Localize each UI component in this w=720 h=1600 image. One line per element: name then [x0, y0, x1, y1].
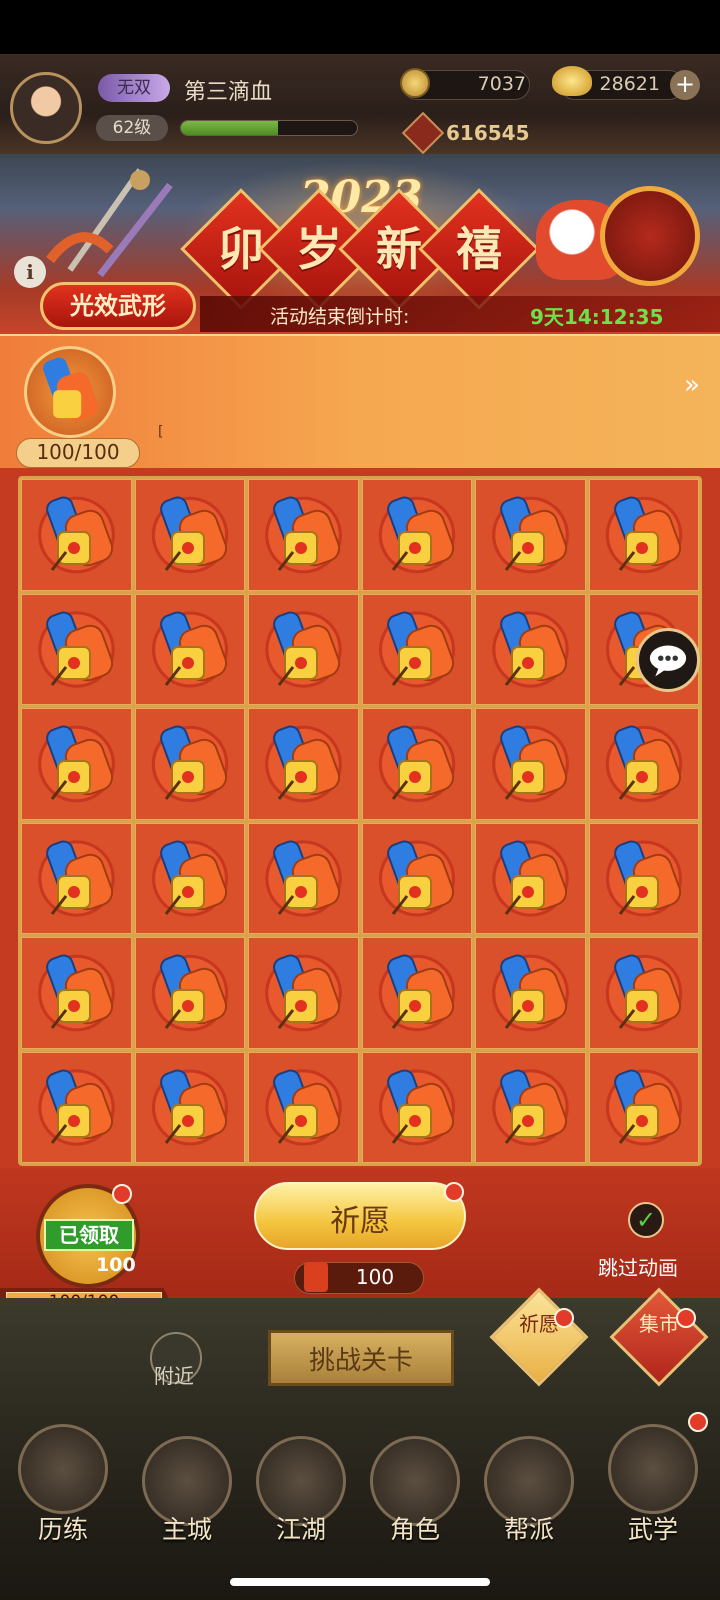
grid-cell[interactable]	[248, 708, 359, 820]
coin-value: 7037	[477, 73, 526, 95]
grid-cell[interactable]	[361, 479, 472, 591]
grid-cell[interactable]	[21, 708, 132, 820]
grid-cell[interactable]	[248, 822, 359, 934]
home-indicator	[230, 1578, 490, 1586]
ingot-value: 28621	[599, 73, 660, 95]
nearby-label: 附近	[154, 1364, 194, 1388]
market-side-dot	[676, 1308, 696, 1328]
level-badge: 62级	[96, 115, 168, 141]
chevron-right-icon[interactable]: »	[684, 370, 700, 400]
title-char-4: 禧	[456, 222, 502, 276]
nav-label-2[interactable]: 主城	[132, 1510, 242, 1546]
grid-cell[interactable]	[361, 1051, 472, 1163]
nav-label-5[interactable]: 帮派	[474, 1510, 584, 1546]
nav-label-6[interactable]: 武学	[598, 1510, 708, 1546]
nav-label-4[interactable]: 角色	[360, 1510, 470, 1546]
grid-cell[interactable]	[361, 937, 472, 1049]
nav-label-1[interactable]: 历练	[8, 1510, 118, 1546]
grid-cell[interactable]	[475, 479, 586, 591]
firecracker-icon[interactable]	[24, 346, 116, 438]
grid-cell[interactable]	[134, 822, 245, 934]
status-bar	[0, 0, 720, 54]
grid-cell[interactable]	[134, 708, 245, 820]
claimed-label: 已领取	[44, 1219, 134, 1251]
grid-cell[interactable]	[475, 937, 586, 1049]
grid-cell[interactable]	[134, 593, 245, 705]
chat-bubble-icon[interactable]	[636, 628, 700, 692]
countdown-label: 活动结束倒计时:	[270, 306, 410, 328]
skip-animation-checkbox[interactable]: ✓	[628, 1202, 664, 1238]
exp-bar	[180, 120, 358, 136]
grid-cell[interactable]	[361, 593, 472, 705]
prize-grid	[18, 476, 702, 1166]
grid-cell[interactable]	[588, 1051, 699, 1163]
grid-cell[interactable]	[588, 937, 699, 1049]
grid-cell[interactable]	[361, 708, 472, 820]
info-icon[interactable]: i	[14, 256, 46, 288]
grid-cell[interactable]	[134, 1051, 245, 1163]
skip-animation-label: 跳过动画	[598, 1256, 678, 1280]
grid-cell[interactable]	[588, 822, 699, 934]
nav-label-3[interactable]: 江湖	[246, 1510, 356, 1546]
effect-label: 光效武形	[70, 291, 166, 320]
firecracker-bundle-icon	[304, 1262, 328, 1292]
grid-cell[interactable]	[21, 937, 132, 1049]
grid-cell[interactable]	[475, 822, 586, 934]
grid-cell[interactable]	[21, 1051, 132, 1163]
claim-notification-dot	[112, 1184, 132, 1204]
challenge-stage-label: 挑战关卡	[308, 1346, 413, 1376]
player-name: 第三滴血	[184, 80, 273, 105]
grid-cell[interactable]	[21, 593, 132, 705]
grid-cell[interactable]	[475, 593, 586, 705]
grid-cell[interactable]	[248, 1051, 359, 1163]
scroll-icon[interactable]	[608, 1424, 698, 1514]
wish-side-label: 祈愿	[519, 1312, 559, 1336]
grid-cell[interactable]	[361, 822, 472, 934]
market-side-label: 集市	[639, 1312, 679, 1336]
grid-cell[interactable]	[21, 479, 132, 591]
grid-cell[interactable]	[21, 822, 132, 934]
martial-notification-dot	[688, 1412, 708, 1432]
wish-side-dot	[554, 1308, 574, 1328]
grid-cell[interactable]	[248, 937, 359, 1049]
strip-count: 100/100	[36, 440, 120, 464]
strip-bracket: [	[158, 424, 164, 440]
combat-power-value: 616545	[446, 121, 530, 145]
grid-cell[interactable]	[134, 937, 245, 1049]
wish-button-label: 祈愿	[330, 1204, 390, 1239]
grid-cell[interactable]	[134, 479, 245, 591]
grid-cell[interactable]	[588, 708, 699, 820]
grid-cell[interactable]	[475, 1051, 586, 1163]
weapons-icon	[46, 168, 173, 278]
grid-cell[interactable]	[248, 593, 359, 705]
exp-bar-fill	[181, 121, 278, 135]
add-currency-button[interactable]: +	[670, 70, 700, 100]
fan-icon	[600, 186, 700, 286]
player-avatar[interactable]	[10, 72, 82, 144]
vip-badge: 无双	[98, 74, 170, 102]
grid-cell[interactable]	[475, 708, 586, 820]
coin-icon	[400, 68, 430, 98]
wish-cost: 100	[355, 1265, 395, 1289]
gold-ingot-icon	[552, 66, 592, 96]
claim-count: 100	[96, 1254, 136, 1276]
countdown-value: 9天14:12:35	[530, 305, 664, 329]
lion-dance-icon[interactable]	[18, 1424, 108, 1514]
grid-cell[interactable]	[248, 479, 359, 591]
grid-cell[interactable]	[588, 479, 699, 591]
